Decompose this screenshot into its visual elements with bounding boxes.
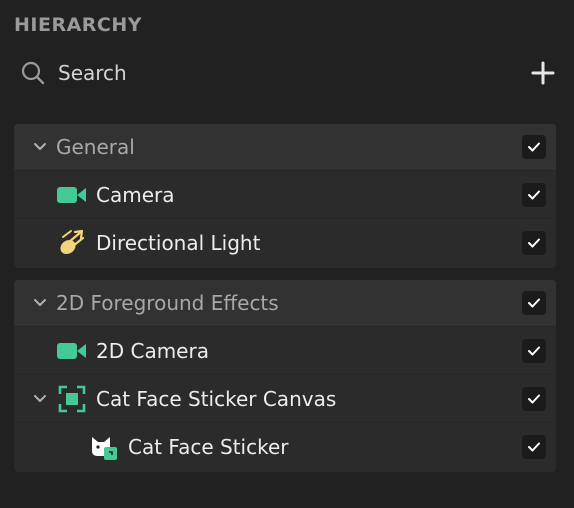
directional-light-icon — [56, 227, 88, 259]
panel-title: HIERARCHY — [14, 14, 143, 36]
tree-item-camera[interactable]: Camera — [14, 171, 556, 219]
search-input[interactable]: Search — [58, 61, 528, 85]
canvas-icon — [56, 383, 88, 415]
tree-item-cat-face-sticker[interactable]: Cat Face Sticker — [14, 423, 556, 470]
visibility-checkbox[interactable] — [522, 434, 546, 459]
hierarchy-panel: HIERARCHY Search General Camera Directio… — [0, 0, 574, 508]
tree-item-label: Camera — [96, 182, 175, 207]
search-icon — [20, 56, 54, 90]
camera-icon — [56, 335, 88, 367]
group-header-2d-foreground-effects[interactable]: 2D Foreground Effects — [14, 280, 556, 327]
add-icon[interactable] — [528, 58, 558, 88]
chevron-down-icon[interactable] — [30, 293, 50, 313]
visibility-checkbox[interactable] — [522, 135, 546, 159]
tree-item-directional-light[interactable]: Directional Light — [14, 219, 556, 266]
tree-item-label: Directional Light — [96, 230, 261, 255]
tree-item-label: 2D Camera — [96, 338, 209, 363]
visibility-checkbox[interactable] — [522, 386, 546, 411]
tree-item-cat-face-sticker-canvas[interactable]: Cat Face Sticker Canvas — [14, 375, 556, 423]
group-header-label: General — [56, 135, 135, 159]
chevron-down-icon[interactable] — [30, 389, 50, 409]
visibility-checkbox[interactable] — [522, 182, 546, 207]
group-2d-foreground-effects: 2D Foreground Effects 2D Camera Cat Face… — [14, 280, 556, 472]
sticker-icon — [88, 431, 120, 463]
camera-icon — [56, 179, 88, 211]
tree-item-2d-camera[interactable]: 2D Camera — [14, 327, 556, 375]
tree-item-label: Cat Face Sticker — [128, 434, 289, 459]
visibility-checkbox[interactable] — [522, 230, 546, 255]
group-general: General Camera Directional Light — [14, 124, 556, 268]
group-header-label: 2D Foreground Effects — [56, 291, 279, 315]
group-header-general[interactable]: General — [14, 124, 556, 171]
search-bar[interactable]: Search — [14, 54, 560, 92]
visibility-checkbox[interactable] — [522, 291, 546, 315]
chevron-down-icon[interactable] — [30, 137, 50, 157]
visibility-checkbox[interactable] — [522, 338, 546, 363]
tree-item-label: Cat Face Sticker Canvas — [96, 386, 337, 411]
